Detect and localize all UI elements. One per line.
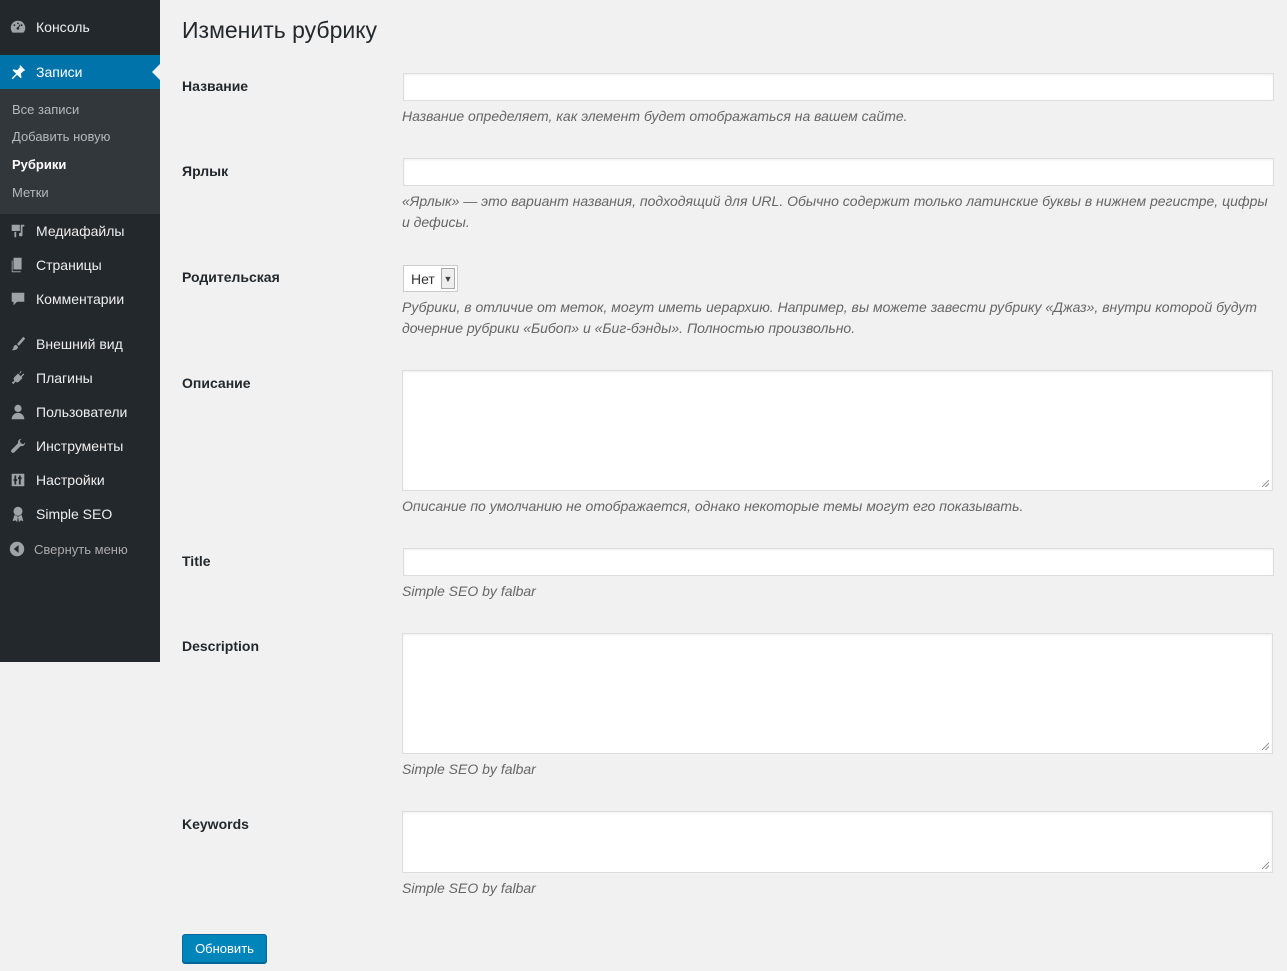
- dashboard-icon: [0, 10, 36, 44]
- menu-label: Комментарии: [36, 291, 125, 307]
- seo-keywords-label: Keywords: [182, 816, 249, 832]
- seo-title-help: Simple SEO by falbar: [402, 583, 536, 599]
- seo-keywords-help: Simple SEO by falbar: [402, 880, 536, 896]
- menu-item-dashboard[interactable]: Консоль: [0, 10, 160, 44]
- menu-label: Настройки: [36, 472, 105, 488]
- collapse-arrow-icon: [0, 541, 34, 557]
- seo-title-input[interactable]: [403, 548, 1274, 576]
- name-label: Название: [182, 78, 249, 94]
- submenu-categories[interactable]: Рубрики: [12, 157, 66, 172]
- settings-icon: [0, 463, 36, 497]
- submenu-all-posts[interactable]: Все записи: [12, 102, 79, 117]
- resize-grip-icon[interactable]: [1262, 480, 1269, 487]
- slug-input[interactable]: [403, 158, 1274, 186]
- menu-item-simple-seo[interactable]: Simple SEO: [0, 497, 160, 531]
- admin-sidebar: Консоль Записи Все записи Добавить новую…: [0, 0, 160, 662]
- menu-label: Инструменты: [36, 438, 124, 454]
- resize-grip-icon[interactable]: [1262, 862, 1269, 869]
- menu-item-appearance[interactable]: Внешний вид: [0, 327, 160, 361]
- menu-label: Записи: [36, 64, 83, 80]
- pages-icon: [0, 248, 36, 282]
- menu-item-users[interactable]: Пользователи: [0, 395, 160, 429]
- menu-label: Плагины: [36, 370, 93, 386]
- posts-submenu: Все записи Добавить новую Рубрики Метки: [0, 89, 160, 214]
- media-icon: [0, 214, 36, 248]
- user-icon: [0, 395, 36, 429]
- comment-icon: [0, 282, 36, 316]
- menu-label: Внешний вид: [36, 336, 123, 352]
- menu-label: Пользователи: [36, 404, 128, 420]
- seo-description-label: Description: [182, 638, 260, 654]
- slug-label: Ярлык: [182, 163, 229, 179]
- update-button[interactable]: Обновить: [182, 934, 267, 963]
- award-icon: [0, 497, 36, 531]
- chevron-down-icon: ▼: [441, 268, 455, 289]
- menu-item-comments[interactable]: Комментарии: [0, 282, 160, 316]
- menu-label: Медиафайлы: [36, 223, 125, 239]
- submenu-tags[interactable]: Метки: [12, 185, 49, 200]
- brush-icon: [0, 327, 36, 361]
- parent-help: Рубрики, в отличие от меток, могут иметь…: [402, 299, 1257, 336]
- menu-item-pages[interactable]: Страницы: [0, 248, 160, 282]
- resize-grip-icon[interactable]: [1262, 743, 1269, 750]
- seo-description-help: Simple SEO by falbar: [402, 761, 536, 777]
- pin-icon: [0, 55, 36, 89]
- submenu-add-new[interactable]: Добавить новую: [12, 129, 110, 144]
- description-label: Описание: [182, 375, 251, 391]
- name-input[interactable]: [403, 73, 1274, 101]
- menu-label: Страницы: [36, 257, 102, 273]
- seo-title-label: Title: [182, 553, 211, 569]
- wrench-icon: [0, 429, 36, 463]
- menu-item-settings[interactable]: Настройки: [0, 463, 160, 497]
- menu-label: Консоль: [36, 19, 90, 35]
- parent-label: Родительская: [182, 269, 280, 285]
- menu-item-plugins[interactable]: Плагины: [0, 361, 160, 395]
- description-textarea[interactable]: [402, 370, 1273, 491]
- collapse-menu-button[interactable]: Свернуть меню: [0, 536, 160, 562]
- slug-help: «Ярлык» — это вариант названия, подходящ…: [402, 193, 1268, 230]
- parent-select[interactable]: Нет ▼: [403, 265, 458, 292]
- collapse-label: Свернуть меню: [34, 541, 128, 557]
- parent-select-value: Нет: [411, 270, 435, 287]
- menu-item-tools[interactable]: Инструменты: [0, 429, 160, 463]
- seo-description-textarea[interactable]: [402, 633, 1273, 754]
- seo-keywords-textarea[interactable]: [402, 811, 1273, 873]
- description-help: Описание по умолчанию не отображается, о…: [402, 498, 1024, 514]
- name-help: Название определяет, как элемент будет о…: [402, 108, 908, 124]
- menu-label: Simple SEO: [36, 506, 113, 522]
- menu-item-media[interactable]: Медиафайлы: [0, 214, 160, 248]
- page-title: Изменить рубрику: [182, 17, 378, 43]
- plugin-icon: [0, 361, 36, 395]
- menu-item-posts[interactable]: Записи: [0, 55, 160, 89]
